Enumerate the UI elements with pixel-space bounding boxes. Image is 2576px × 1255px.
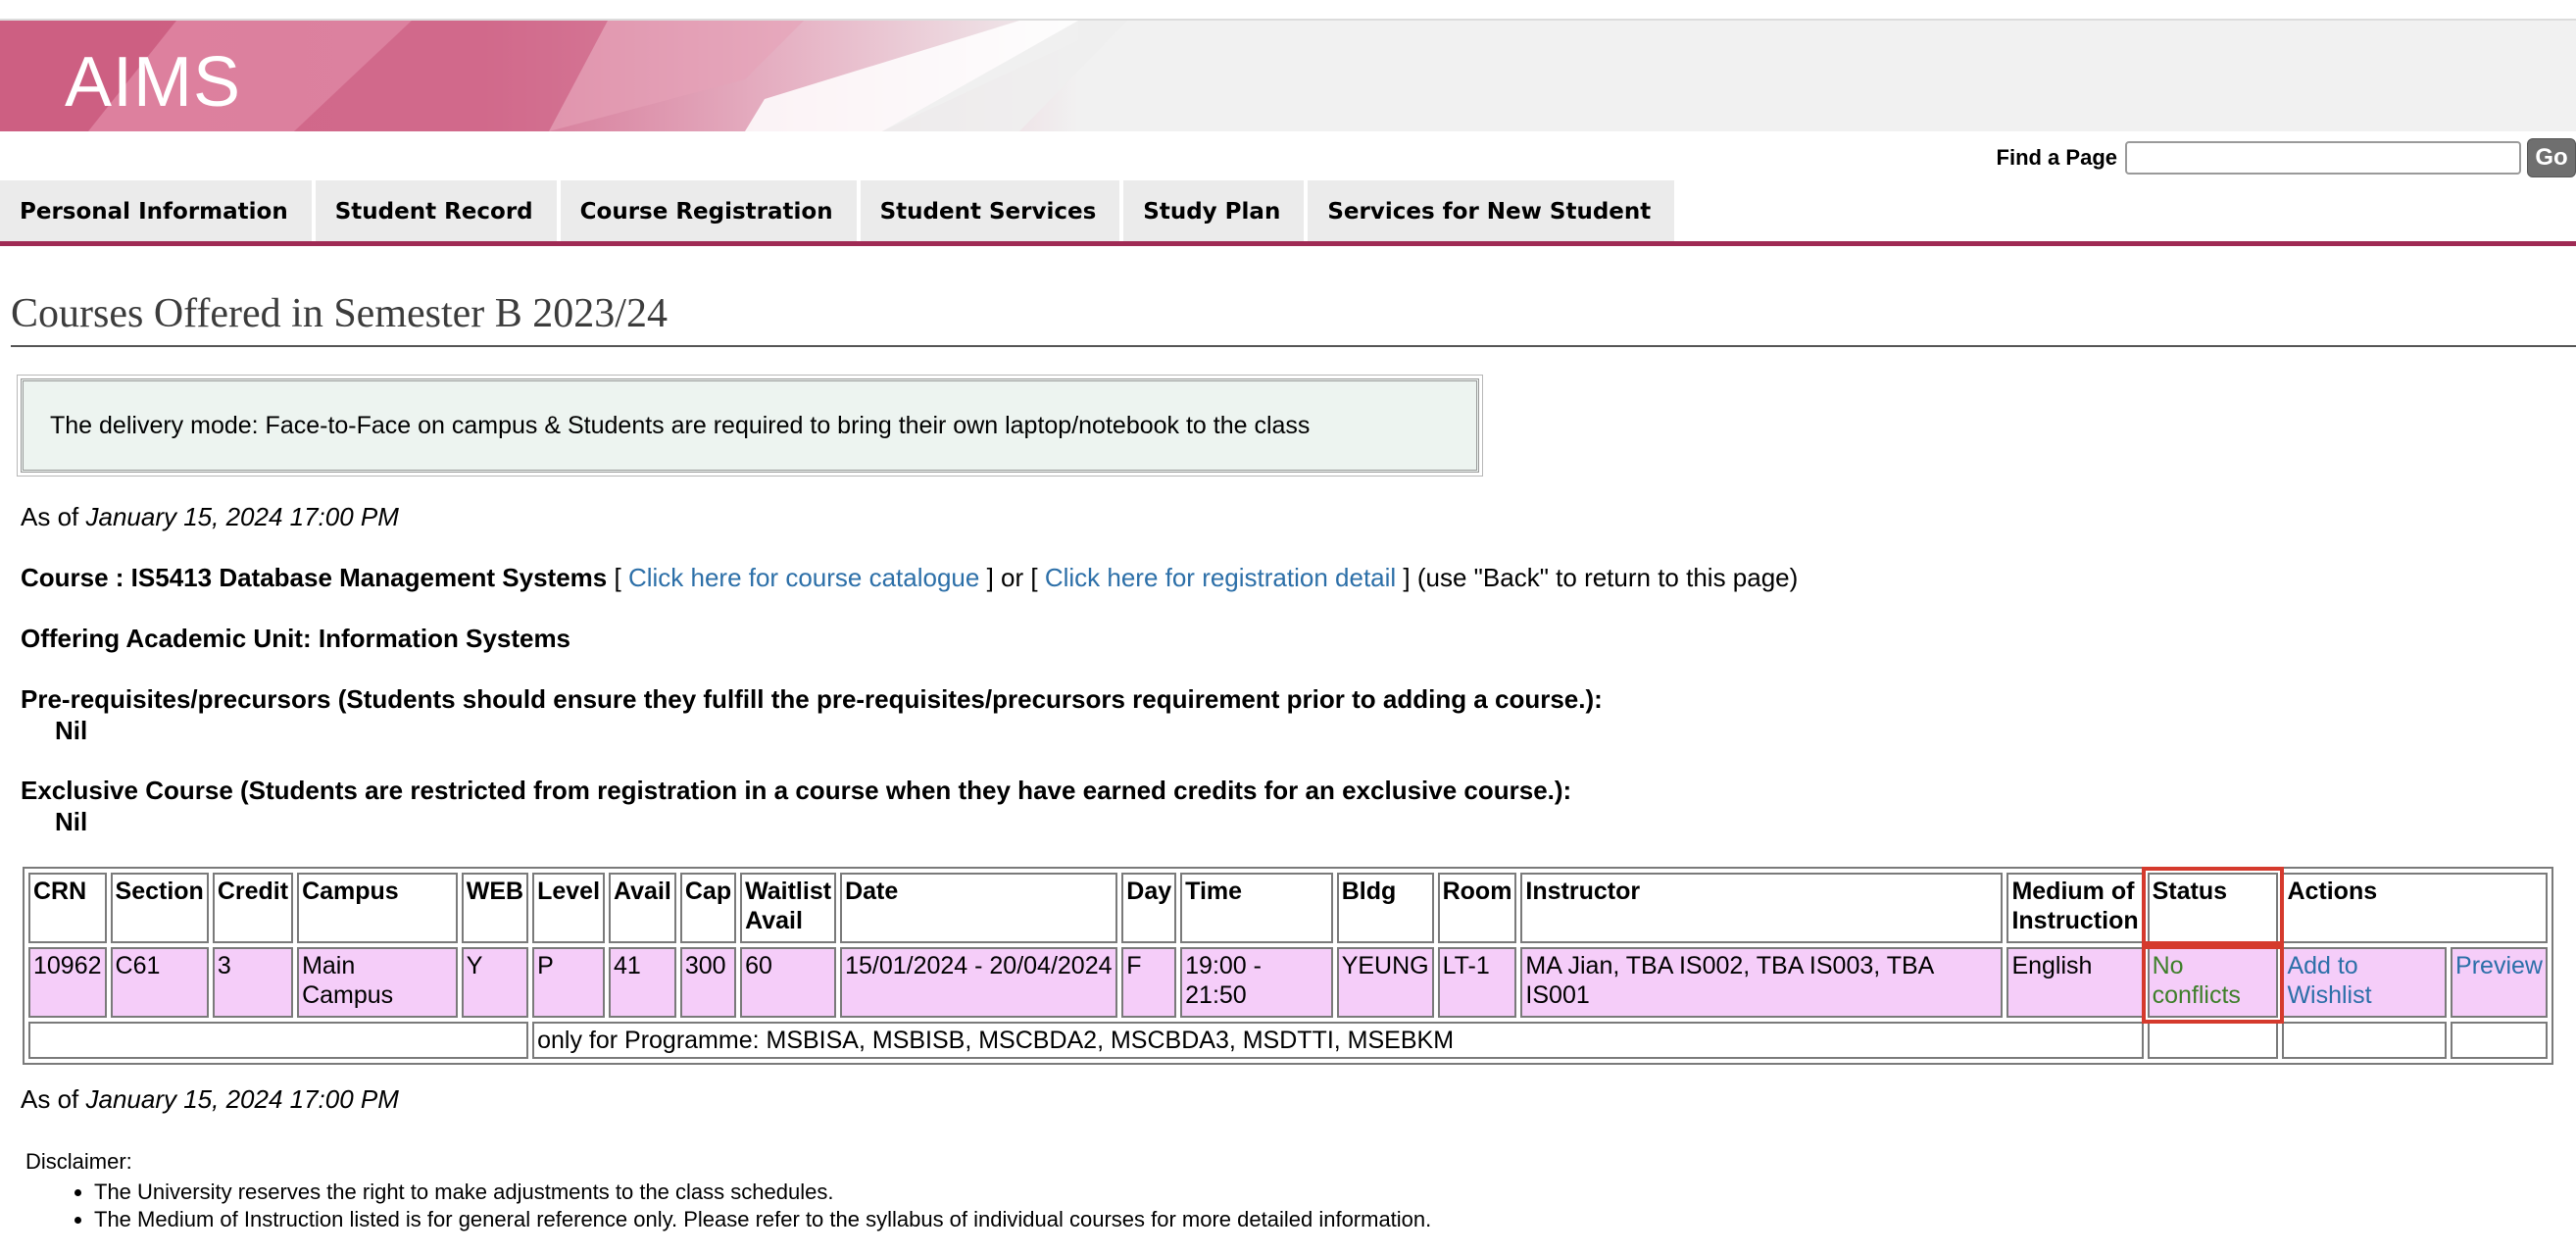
header-date: Date — [840, 873, 1118, 943]
notice-text: The delivery mode: Face-to-Face on campu… — [50, 411, 1311, 439]
title-divider — [11, 345, 2576, 347]
prerequisites-value: Nil — [55, 716, 88, 745]
course-offerings-table: CRN Section Credit Campus WEB Level Avai… — [23, 867, 2553, 1065]
as-of-label: As of — [21, 502, 79, 531]
note-spacer — [28, 1022, 529, 1059]
header-level: Level — [532, 873, 606, 943]
header-credit: Credit — [212, 873, 294, 943]
delivery-mode-notice: The delivery mode: Face-to-Face on campu… — [17, 375, 1483, 477]
cell-instructor: MA Jian, TBA IS002, TBA IS003, TBA IS001 — [1520, 947, 2004, 1018]
cell-crn: 10962 — [28, 947, 107, 1018]
as-of-line: As of January 15, 2024 17:00 PM — [21, 502, 399, 532]
cell-avail: 41 — [609, 947, 676, 1018]
disclaimer-label: Disclaimer: — [25, 1149, 132, 1174]
footer-as-of-label: As of — [21, 1084, 79, 1114]
prerequisites-label: Pre-requisites/precursors (Students shou… — [21, 684, 1603, 714]
find-page-bar: Find a Page Go — [1997, 137, 2576, 178]
header-room: Room — [1437, 873, 1517, 943]
tab-student-services[interactable]: Student Services — [860, 180, 1120, 243]
cell-cap: 300 — [679, 947, 737, 1018]
footer-as-of-line: As of January 15, 2024 17:00 PM — [21, 1084, 399, 1115]
disclaimer-list: The University reserves the right to mak… — [65, 1179, 1431, 1233]
tab-services-for-new-student[interactable]: Services for New Student — [1308, 180, 1675, 243]
as-of-date: January 15, 2024 17:00 PM — [85, 502, 399, 531]
header-campus: Campus — [297, 873, 458, 943]
find-page-input[interactable] — [2125, 141, 2521, 175]
cell-level: P — [532, 947, 606, 1018]
disclaimer-item: The Medium of Instruction listed is for … — [94, 1206, 1431, 1233]
header-actions: Actions — [2282, 873, 2548, 943]
add-to-wishlist-link[interactable]: Add to Wishlist — [2282, 947, 2448, 1018]
note-action-empty — [2282, 1022, 2448, 1059]
course-catalogue-link[interactable]: Click here for course catalogue — [628, 563, 979, 592]
exclusive-course-value: Nil — [55, 807, 88, 836]
header-bldg: Bldg — [1336, 873, 1434, 943]
cell-medium: English — [2006, 947, 2144, 1018]
tab-personal-information[interactable]: Personal Information — [0, 180, 312, 243]
header-instructor: Instructor — [1520, 873, 2004, 943]
app-logo-title: AIMS — [65, 43, 242, 122]
header-medium: Medium of Instruction — [2006, 873, 2144, 943]
programme-restriction: only for Programme: MSBISA, MSBISB, MSCB… — [532, 1022, 2144, 1059]
academic-unit: Offering Academic Unit: Information Syst… — [21, 624, 571, 653]
course-title: Course : IS5413 Database Management Syst… — [21, 563, 608, 592]
header-time: Time — [1180, 873, 1333, 943]
registration-detail-link[interactable]: Click here for registration detail — [1045, 563, 1396, 592]
header-section: Section — [110, 873, 209, 943]
exclusive-course-label: Exclusive Course (Students are restricte… — [21, 776, 1572, 805]
cell-room: LT-1 — [1437, 947, 1517, 1018]
cell-campus: Main Campus — [297, 947, 458, 1018]
nav-divider — [0, 241, 2576, 246]
preview-link[interactable]: Preview — [2451, 947, 2548, 1018]
footer-as-of-date: January 15, 2024 17:00 PM — [85, 1084, 399, 1114]
header-day: Day — [1121, 873, 1177, 943]
course-line: Course : IS5413 Database Management Syst… — [21, 563, 1798, 593]
banner-graphic — [0, 21, 1127, 131]
back-text: ] (use "Back" to return to this page) — [1396, 563, 1799, 592]
main-nav: Personal Information Student Record Cour… — [0, 180, 1678, 243]
note-preview-empty — [2451, 1022, 2548, 1059]
or-text: ] or [ — [979, 563, 1045, 592]
header-banner: AIMS — [0, 21, 2576, 131]
header-status: Status — [2141, 867, 2285, 949]
tab-course-registration[interactable]: Course Registration — [560, 180, 857, 243]
cell-web: Y — [461, 947, 529, 1018]
cell-waitlist: 60 — [740, 947, 837, 1018]
header-cap: Cap — [679, 873, 737, 943]
cell-date: 15/01/2024 - 20/04/2024 — [840, 947, 1118, 1018]
bracket-open: [ — [607, 563, 628, 592]
table-header-row: CRN Section Credit Campus WEB Level Avai… — [28, 867, 2548, 949]
header-crn: CRN — [28, 873, 107, 943]
tab-study-plan[interactable]: Study Plan — [1123, 180, 1305, 243]
header-web: WEB — [461, 873, 529, 943]
header-avail: Avail — [609, 873, 676, 943]
disclaimer-item: The University reserves the right to mak… — [94, 1179, 1431, 1206]
cell-bldg: YEUNG — [1336, 947, 1434, 1018]
tab-student-record[interactable]: Student Record — [315, 180, 557, 243]
table-row: 10962 C61 3 Main Campus Y P 41 300 60 15… — [28, 941, 2548, 1024]
cell-day: F — [1121, 947, 1177, 1018]
note-status-empty — [2147, 1022, 2279, 1059]
header-waitlist-avail: Waitlist Avail — [740, 873, 837, 943]
programme-restriction-row: only for Programme: MSBISA, MSBISB, MSCB… — [28, 1022, 2548, 1059]
cell-section: C61 — [110, 947, 209, 1018]
go-button[interactable]: Go — [2527, 138, 2576, 177]
cell-time: 19:00 - 21:50 — [1180, 947, 1333, 1018]
page-title: Courses Offered in Semester B 2023/24 — [11, 291, 668, 336]
find-page-label: Find a Page — [1996, 145, 2117, 170]
cell-credit: 3 — [212, 947, 294, 1018]
cell-status: No conflicts — [2141, 941, 2285, 1024]
